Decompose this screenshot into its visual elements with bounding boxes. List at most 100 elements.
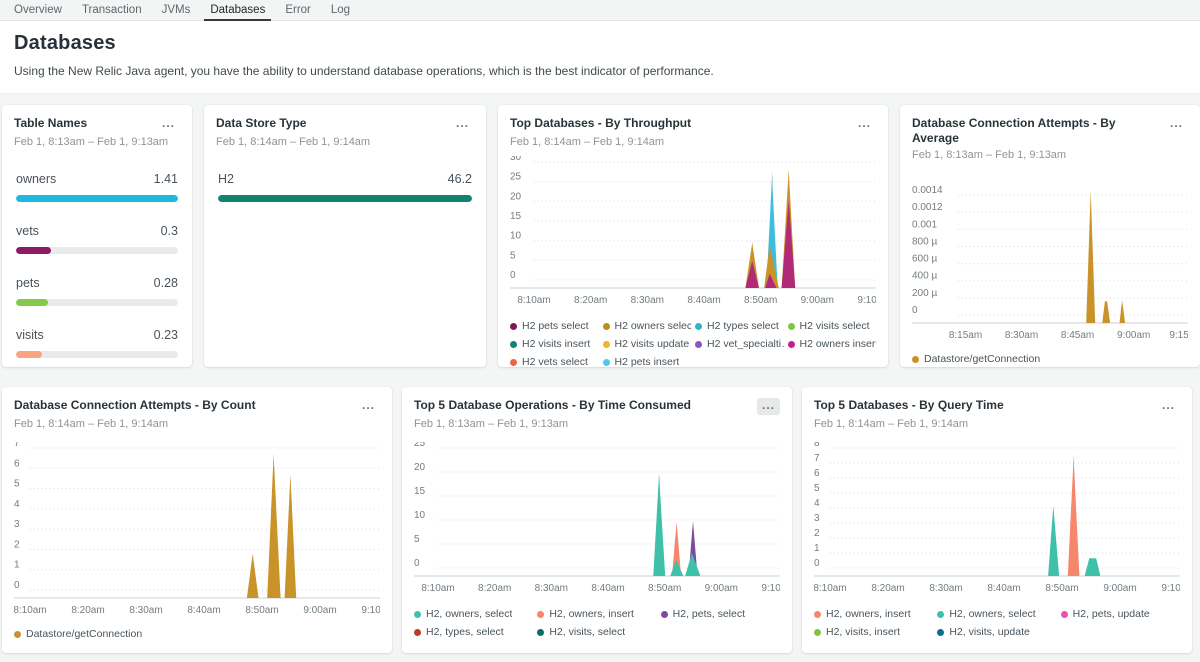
svg-text:25: 25 xyxy=(510,172,522,183)
svg-text:8:40am: 8:40am xyxy=(987,583,1020,594)
legend-item[interactable]: H2 visits select xyxy=(788,320,877,332)
legend-dot-icon xyxy=(695,323,702,330)
chart-legend: H2, owners, select H2, owners, insert H2, … xyxy=(414,608,780,638)
legend-item[interactable]: H2 vet_specialti… xyxy=(695,338,784,350)
svg-text:8:50am: 8:50am xyxy=(1045,583,1078,594)
legend-item[interactable]: H2, owners, select xyxy=(937,608,1056,620)
svg-text:20: 20 xyxy=(510,191,522,202)
bar-track xyxy=(218,195,472,202)
svg-text:20: 20 xyxy=(414,462,426,473)
legend-item[interactable]: H2, pets, update xyxy=(1061,608,1180,620)
svg-text:8:50am: 8:50am xyxy=(245,605,278,616)
legend-item[interactable]: H2 visits update xyxy=(603,338,692,350)
card-table-names: Table Names ... Feb 1, 8:13am – Feb 1, 9… xyxy=(2,105,192,367)
legend-item[interactable]: H2, owners, insert xyxy=(814,608,933,620)
svg-text:0: 0 xyxy=(14,580,20,591)
svg-text:8:10am: 8:10am xyxy=(517,295,550,306)
legend-label: H2 types select xyxy=(707,320,779,332)
card-data-store-type: Data Store Type ... Feb 1, 8:14am – Feb … xyxy=(204,105,486,367)
svg-text:9:00am: 9:00am xyxy=(705,583,738,594)
card-title: Database Connection Attempts - By Averag… xyxy=(912,116,1159,146)
legend-dot-icon xyxy=(14,631,21,638)
svg-text:8:30am: 8:30am xyxy=(631,295,664,306)
query-time-chart[interactable]: 0123456788:10am8:20am8:30am8:40am8:50am9… xyxy=(814,442,1180,596)
tab-overview[interactable]: Overview xyxy=(4,0,72,20)
svg-text:0: 0 xyxy=(814,558,820,569)
bar-value: 0.23 xyxy=(154,328,178,342)
tab-log[interactable]: Log xyxy=(321,0,360,20)
legend-label: H2, owners, insert xyxy=(549,608,634,620)
tab-transaction[interactable]: Transaction xyxy=(72,0,152,20)
legend-item[interactable]: Datastore/getConnection xyxy=(14,628,380,640)
svg-text:8:10am: 8:10am xyxy=(814,583,847,594)
svg-text:7: 7 xyxy=(14,442,20,449)
connection-average-chart[interactable]: 0200 µ400 µ600 µ800 µ0.0010.00120.00148:… xyxy=(912,183,1188,343)
throughput-chart[interactable]: 0510152025308:10am8:20am8:30am8:40am8:50… xyxy=(510,156,876,308)
tab-jvms[interactable]: JVMs xyxy=(152,0,201,20)
bar-fill xyxy=(16,351,42,358)
bar-track xyxy=(16,247,178,254)
legend-label: H2 pets insert xyxy=(615,356,680,368)
card-menu-button[interactable]: ... xyxy=(1165,116,1188,133)
legend-label: H2 owners select xyxy=(615,320,692,332)
card-row-1: Table Names ... Feb 1, 8:13am – Feb 1, 9… xyxy=(2,105,1200,367)
svg-text:8:10am: 8:10am xyxy=(14,605,47,616)
legend-label: H2, pets, update xyxy=(1073,608,1150,620)
svg-text:7: 7 xyxy=(814,453,820,464)
legend-item[interactable]: H2, owners, select xyxy=(414,608,533,620)
legend-item[interactable]: H2 types select xyxy=(695,320,784,332)
card-menu-button[interactable]: ... xyxy=(357,398,380,415)
card-subtitle: Feb 1, 8:13am – Feb 1, 9:13am xyxy=(14,136,180,148)
bar-label: H2 xyxy=(218,172,234,186)
bar-fill xyxy=(16,299,48,306)
legend-label: Datastore/getConnection xyxy=(26,628,142,640)
svg-text:8:20am: 8:20am xyxy=(478,583,511,594)
tab-error[interactable]: Error xyxy=(275,0,321,20)
legend-item[interactable]: H2, pets, select xyxy=(661,608,780,620)
legend-item[interactable]: H2, visits, insert xyxy=(814,626,933,638)
legend-item[interactable]: Datastore/getConnection xyxy=(912,353,1188,365)
svg-text:10: 10 xyxy=(510,231,522,242)
card-title: Top 5 Databases - By Query Time xyxy=(814,398,1004,413)
svg-text:3: 3 xyxy=(14,519,20,530)
legend-item[interactable]: H2, visits, select xyxy=(537,626,656,638)
svg-text:5: 5 xyxy=(814,483,820,494)
page-description: Using the New Relic Java agent, you have… xyxy=(14,64,1186,78)
legend-dot-icon xyxy=(510,341,517,348)
legend-item[interactable]: H2, visits, update xyxy=(937,626,1056,638)
legend-item[interactable]: H2 visits insert xyxy=(510,338,599,350)
legend-dot-icon xyxy=(937,611,944,618)
svg-text:15: 15 xyxy=(510,211,522,222)
legend-dot-icon xyxy=(937,629,944,636)
legend-item[interactable]: H2, owners, insert xyxy=(537,608,656,620)
card-subtitle: Feb 1, 8:13am – Feb 1, 9:13am xyxy=(912,149,1188,161)
card-menu-button[interactable]: ... xyxy=(1157,398,1180,415)
card-connection-attempts-count: Database Connection Attempts - By Count … xyxy=(2,387,392,653)
legend-item[interactable]: H2 pets select xyxy=(510,320,599,332)
legend-item[interactable]: H2 pets insert xyxy=(603,356,692,368)
card-menu-button[interactable]: ... xyxy=(157,116,180,133)
bar-row: pets0.28 xyxy=(14,276,180,306)
svg-text:200 µ: 200 µ xyxy=(912,288,937,299)
svg-text:4: 4 xyxy=(814,498,820,509)
page-header: Databases Using the New Relic Java agent… xyxy=(0,21,1200,94)
svg-text:8:30am: 8:30am xyxy=(129,605,162,616)
legend-item[interactable]: H2 owners select xyxy=(603,320,692,332)
svg-text:9:10am: 9:10am xyxy=(1161,583,1180,594)
svg-text:10: 10 xyxy=(414,510,426,521)
svg-text:1: 1 xyxy=(14,560,20,571)
top-nav: OverviewTransactionJVMsDatabasesErrorLog xyxy=(0,0,1200,21)
tab-databases[interactable]: Databases xyxy=(200,0,275,20)
svg-text:6: 6 xyxy=(14,458,20,469)
legend-item[interactable]: H2 owners insert xyxy=(788,338,877,350)
legend-item[interactable]: H2, types, select xyxy=(414,626,533,638)
card-menu-button[interactable]: ... xyxy=(451,116,474,133)
svg-text:8:30am: 8:30am xyxy=(929,583,962,594)
legend-label: H2 visits select xyxy=(800,320,870,332)
card-menu-button[interactable]: ... xyxy=(757,398,780,415)
connection-count-chart[interactable]: 012345678:10am8:20am8:30am8:40am8:50am9:… xyxy=(14,442,380,618)
card-menu-button[interactable]: ... xyxy=(853,116,876,133)
operations-time-chart[interactable]: 05101520258:10am8:20am8:30am8:40am8:50am… xyxy=(414,442,780,596)
legend-item[interactable]: H2 vets select xyxy=(510,356,599,368)
legend-label: H2, owners, select xyxy=(426,608,512,620)
